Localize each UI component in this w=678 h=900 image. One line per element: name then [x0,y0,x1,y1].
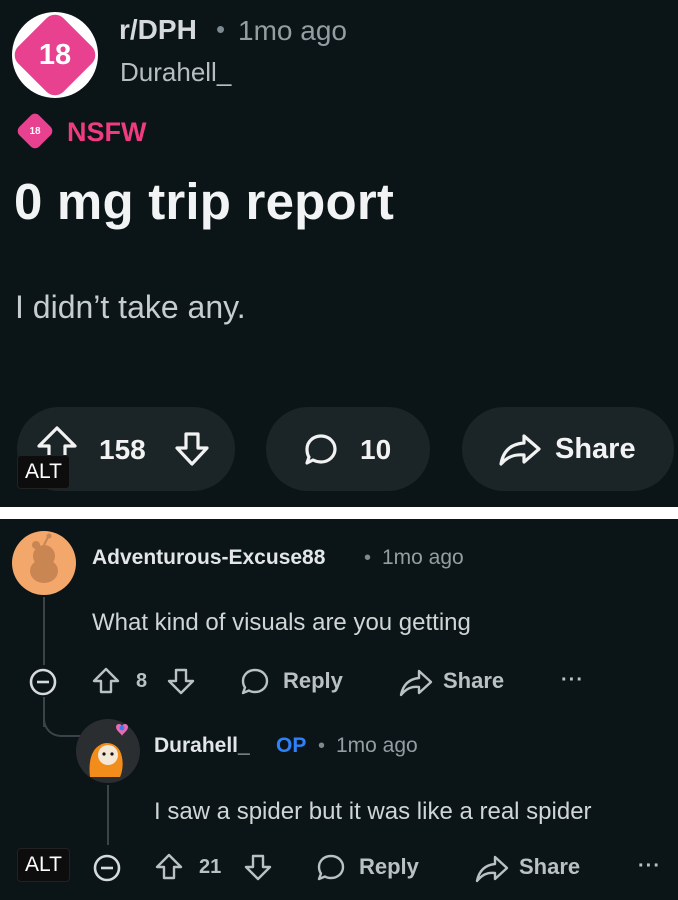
share-button[interactable]: Share [443,668,504,694]
thread-line [43,597,45,665]
share-button[interactable]: Share [519,854,580,880]
alt-text-badge[interactable]: ALT [17,848,70,882]
downvote-icon[interactable] [167,667,195,695]
upvote-icon[interactable] [92,667,120,695]
more-options-button[interactable]: ··· [638,855,661,878]
subreddit-avatar-text: 18 [38,38,72,71]
reply-button[interactable]: Reply [283,668,343,694]
comment-body: I saw a spider but it was like a real sp… [154,798,592,825]
post-timestamp: 1mo ago [238,15,347,46]
meta-separator: • [216,14,226,44]
nsfw-icon: 18 [15,111,55,151]
more-options-button[interactable]: ··· [561,669,584,692]
reply-icon[interactable] [316,853,346,883]
upvote-icon[interactable] [155,853,183,881]
nsfw-badge: NSFW [67,117,147,147]
image-divider [0,507,678,519]
subreddit-avatar-icon[interactable]: 18 [9,9,101,101]
op-avatar[interactable] [76,719,140,783]
op-badge: OP [276,734,307,757]
meta-separator: • [364,547,372,569]
comment-author[interactable]: Durahell_ [154,734,250,758]
alt-text-badge[interactable]: ALT [17,455,70,489]
reply-icon[interactable] [240,667,270,697]
comment-body: What kind of visuals are you getting [92,609,471,636]
comment-count: 10 [360,434,392,465]
downvote-icon[interactable] [244,853,272,881]
nsfw-icon-text: 18 [29,125,41,137]
post-body: I didn’t take any. [15,289,246,325]
comment-vote-count: 21 [199,856,222,878]
collapse-thread-icon[interactable] [28,667,58,697]
comments-section: Adventurous-Excuse88 • 1mo ago What kind… [0,519,678,900]
thread-line [107,785,109,845]
share-label: Share [555,433,636,465]
post-card: 18 r/DPH • 1mo ago Durahell_ 18 NSFW 0 m… [0,0,678,507]
comment-vote-count: 8 [136,670,148,692]
reply-button[interactable]: Reply [359,854,419,880]
comment-timestamp: 1mo ago [336,734,418,757]
share-arrow-icon [499,434,541,466]
subreddit-name[interactable]: r/DPH [119,14,197,46]
collapse-thread-icon[interactable] [92,853,122,883]
commenter-avatar[interactable] [12,531,76,595]
downvote-icon[interactable] [173,431,211,469]
vote-count: 158 [99,434,146,465]
share-arrow-icon[interactable] [399,669,433,697]
comments-button[interactable]: 10 [266,407,430,491]
comment-author[interactable]: Adventurous-Excuse88 [92,546,325,570]
share-button[interactable]: Share [462,407,674,491]
share-arrow-icon[interactable] [475,855,509,883]
comment-bubble-icon [305,434,337,465]
post-title[interactable]: 0 mg trip report [14,172,394,231]
upvote-icon[interactable] [35,425,79,459]
comment-timestamp: 1mo ago [382,546,464,569]
post-author[interactable]: Durahell_ [120,57,231,88]
meta-separator: • [318,735,326,757]
